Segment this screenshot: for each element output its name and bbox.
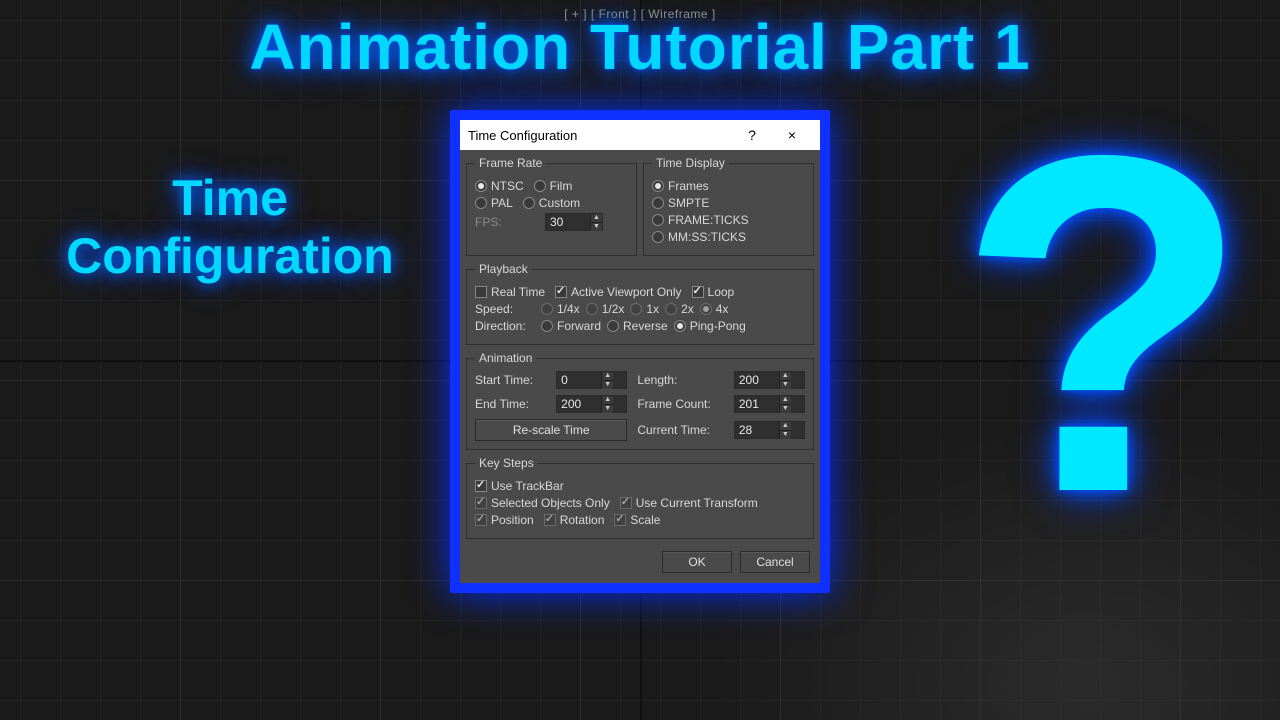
dialog-title: Time Configuration [468,128,732,143]
subtitle-line1: Time [172,170,288,226]
time-configuration-dialog: Time Configuration ? × Frame Rate NTSC F… [450,110,830,593]
check-current-transform[interactable]: Use Current Transform [620,496,758,510]
help-button[interactable]: ? [732,127,772,143]
end-time-spinner[interactable]: ▲▼ [556,395,627,413]
frame-count-label: Frame Count: [637,397,724,411]
fps-input[interactable] [546,214,590,230]
radio-pal[interactable]: PAL [475,196,513,210]
key-steps-group: Key Steps Use TrackBar Selected Objects … [466,456,814,539]
radio-speed-1[interactable]: 1/2x [586,302,625,316]
question-mark-graphic: ? [957,120,1250,528]
end-time-label: End Time: [475,397,546,411]
cancel-button[interactable]: Cancel [740,551,810,573]
radio-direction-2[interactable]: Ping-Pong [674,319,746,333]
playback-legend: Playback [475,262,532,276]
animation-group: Animation Start Time: ▲▼ Length: ▲▼ End … [466,351,814,450]
dialog-titlebar[interactable]: Time Configuration ? × [460,120,820,150]
subtitle-line2: Configuration [66,228,394,284]
check-active-viewport[interactable]: Active Viewport Only [555,285,682,299]
check-rotation[interactable]: Rotation [544,513,605,527]
frame-rate-legend: Frame Rate [475,156,546,170]
current-time-spinner[interactable]: ▲▼ [734,421,805,439]
radio-mmssticks[interactable]: MM:SS:TICKS [652,230,746,244]
radio-speed-2[interactable]: 1x [630,302,659,316]
radio-film[interactable]: Film [534,179,573,193]
radio-speed-0[interactable]: 1/4x [541,302,580,316]
radio-custom[interactable]: Custom [523,196,580,210]
radio-frame-ticks[interactable]: FRAME:TICKS [652,213,749,227]
check-scale[interactable]: Scale [614,513,660,527]
length-spinner[interactable]: ▲▼ [734,371,805,389]
radio-ntsc[interactable]: NTSC [475,179,524,193]
check-position[interactable]: Position [475,513,534,527]
check-loop[interactable]: Loop [692,285,735,299]
radio-speed-4[interactable]: 4x [700,302,729,316]
frame-rate-group: Frame Rate NTSC Film PAL Custom FPS: ▲▼ [466,156,637,256]
spinner-down-icon[interactable]: ▼ [591,223,602,231]
check-selected-objects[interactable]: Selected Objects Only [475,496,610,510]
thumbnail-title: Animation Tutorial Part 1 [249,10,1030,84]
fps-spinner[interactable]: ▲▼ [545,213,603,231]
radio-smpte[interactable]: SMPTE [652,196,709,210]
radio-direction-0[interactable]: Forward [541,319,601,333]
close-button[interactable]: × [772,127,812,143]
radio-speed-3[interactable]: 2x [665,302,694,316]
radio-frames[interactable]: Frames [652,179,709,193]
rescale-time-button[interactable]: Re-scale Time [475,419,627,441]
playback-group: Playback Real Time Active Viewport Only … [466,262,814,345]
animation-legend: Animation [475,351,536,365]
direction-label: Direction: [475,319,535,333]
speed-label: Speed: [475,302,535,316]
current-time-label: Current Time: [637,423,724,437]
time-display-legend: Time Display [652,156,729,170]
check-real-time[interactable]: Real Time [475,285,545,299]
time-display-group: Time Display Frames SMPTE FRAME:TICKS MM… [643,156,814,256]
length-label: Length: [637,373,724,387]
check-use-trackbar[interactable]: Use TrackBar [475,479,564,493]
thumbnail-subtitle: Time Configuration [40,170,420,285]
frame-count-spinner[interactable]: ▲▼ [734,395,805,413]
key-steps-legend: Key Steps [475,456,538,470]
ok-button[interactable]: OK [662,551,732,573]
fps-label: FPS: [475,215,535,229]
start-time-spinner[interactable]: ▲▼ [556,371,627,389]
radio-direction-1[interactable]: Reverse [607,319,668,333]
spinner-up-icon[interactable]: ▲ [591,214,602,223]
start-time-label: Start Time: [475,373,546,387]
